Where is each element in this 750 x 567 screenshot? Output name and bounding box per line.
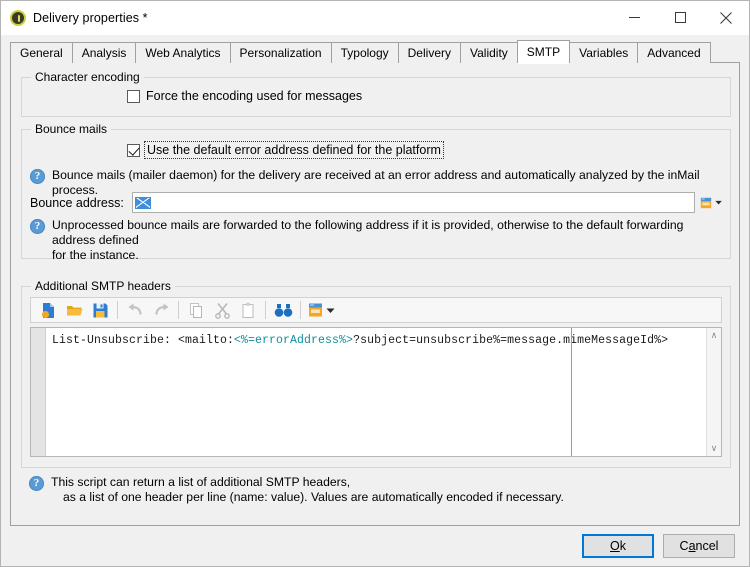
insert-field-button[interactable] bbox=[305, 298, 337, 322]
bounce-address-picker-button[interactable] bbox=[700, 193, 722, 212]
ok-button[interactable]: Ok bbox=[582, 534, 654, 558]
ok-accel: O bbox=[610, 539, 620, 553]
tab-personalization[interactable]: Personalization bbox=[229, 42, 332, 63]
tab-web-analytics[interactable]: Web Analytics bbox=[135, 42, 231, 63]
chevron-down-icon bbox=[715, 200, 722, 205]
save-button[interactable] bbox=[87, 298, 113, 322]
code-suffix: ?subject=unsubscribe%=message.mimeMessag… bbox=[353, 334, 669, 347]
scroll-up-icon[interactable]: ∧ bbox=[711, 331, 718, 340]
info-icon: ? bbox=[30, 169, 45, 184]
delivery-properties-window: Delivery properties * General Analysis W… bbox=[0, 0, 750, 567]
additional-smtp-headers-group: Additional SMTP headers List-Unsubscribe… bbox=[21, 279, 731, 468]
cancel-rest: ncel bbox=[695, 539, 719, 553]
copy-button bbox=[183, 298, 209, 322]
editor-vertical-scrollbar[interactable]: ∧ ∨ bbox=[706, 328, 721, 456]
window-controls bbox=[611, 1, 749, 34]
code-prefix: List-Unsubscribe: <mailto: bbox=[52, 334, 235, 347]
toolbar-separator bbox=[178, 301, 179, 319]
script-help-row: ? This script can return a list of addit… bbox=[29, 475, 719, 505]
default-error-address-label: Use the default error address defined fo… bbox=[144, 141, 444, 159]
code-token: <%=errorAddress%> bbox=[234, 334, 354, 347]
cut-icon bbox=[214, 302, 230, 319]
default-error-address-checkbox[interactable] bbox=[127, 143, 140, 157]
toolbar-separator bbox=[300, 301, 301, 319]
cut-button bbox=[209, 298, 235, 322]
open-icon bbox=[66, 305, 82, 315]
scroll-down-icon[interactable]: ∨ bbox=[711, 444, 718, 453]
undo-icon bbox=[128, 303, 142, 315]
script-help-line1: This script can return a list of additio… bbox=[51, 475, 351, 489]
tab-typology[interactable]: Typology bbox=[330, 42, 399, 63]
force-encoding-label: Force the encoding used for messages bbox=[146, 89, 363, 103]
bounce-address-input[interactable] bbox=[131, 192, 695, 213]
open-button[interactable] bbox=[61, 298, 87, 322]
force-encoding-checkbox[interactable] bbox=[127, 89, 140, 103]
window-title: Delivery properties * bbox=[33, 10, 148, 25]
tab-advanced[interactable]: Advanced bbox=[637, 42, 711, 63]
bounce-info-row-2: ? Unprocessed bounce mails are forwarded… bbox=[30, 218, 730, 263]
bounce-info-text-2-line1: Unprocessed bounce mails are forwarded t… bbox=[52, 218, 684, 247]
new-icon bbox=[41, 302, 54, 318]
maximize-button[interactable] bbox=[657, 1, 703, 34]
dialog-footer: Ok Cancel bbox=[1, 526, 749, 566]
redo-button bbox=[148, 298, 174, 322]
info-icon: ? bbox=[29, 476, 44, 491]
tab-bar: General Analysis Web Analytics Personali… bbox=[1, 40, 749, 64]
editor-code-area[interactable]: List-Unsubscribe: <mailto:<%=errorAddres… bbox=[46, 328, 706, 456]
paste-icon bbox=[242, 302, 253, 318]
bounce-info-text-2-line2: for the instance. bbox=[52, 248, 139, 262]
cancel-pre: C bbox=[679, 539, 689, 553]
editor-toolbar bbox=[30, 297, 722, 323]
insert-field-icon bbox=[308, 303, 322, 317]
form-picker-icon bbox=[700, 197, 712, 208]
editor-margin-line bbox=[571, 328, 572, 456]
cancel-button[interactable]: Cancel bbox=[663, 534, 735, 558]
tab-general[interactable]: General bbox=[10, 42, 73, 63]
cancel-accel: a bbox=[688, 539, 696, 553]
find-icon bbox=[274, 303, 292, 317]
find-button[interactable] bbox=[270, 298, 296, 322]
info-icon: ? bbox=[30, 219, 45, 234]
minimize-icon bbox=[628, 17, 640, 18]
minimize-button[interactable] bbox=[611, 1, 657, 34]
ok-rest: k bbox=[619, 539, 626, 553]
copy-icon bbox=[189, 302, 202, 318]
smtp-tab-panel: Character encoding Force the encoding us… bbox=[10, 63, 740, 526]
bounce-address-label: Bounce address: bbox=[30, 195, 124, 210]
default-error-address-checkbox-row[interactable]: Use the default error address defined fo… bbox=[127, 141, 444, 159]
bounce-address-row: Bounce address: bbox=[30, 192, 722, 213]
smtp-headers-editor[interactable]: List-Unsubscribe: <mailto:<%=errorAddres… bbox=[30, 327, 722, 457]
paste-button bbox=[235, 298, 261, 322]
toolbar-separator bbox=[117, 301, 118, 319]
chevron-down-icon bbox=[326, 308, 334, 313]
tab-analysis[interactable]: Analysis bbox=[71, 42, 137, 63]
editor-code-line: List-Unsubscribe: <mailto:<%=errorAddres… bbox=[46, 328, 706, 348]
toolbar-separator bbox=[265, 301, 266, 319]
envelope-icon bbox=[134, 196, 151, 209]
title-bar: Delivery properties * bbox=[1, 1, 749, 35]
close-button[interactable] bbox=[703, 1, 749, 34]
character-encoding-legend: Character encoding bbox=[31, 70, 144, 84]
undo-button bbox=[122, 298, 148, 322]
redo-icon bbox=[154, 303, 168, 315]
tab-validity[interactable]: Validity bbox=[459, 42, 518, 63]
character-encoding-group: Character encoding Force the encoding us… bbox=[21, 70, 731, 117]
app-icon bbox=[10, 9, 26, 26]
tab-variables[interactable]: Variables bbox=[569, 42, 639, 63]
additional-smtp-headers-legend: Additional SMTP headers bbox=[31, 279, 175, 293]
bounce-mails-group: Bounce mails Use the default error addre… bbox=[21, 122, 731, 262]
editor-gutter bbox=[31, 328, 46, 456]
save-icon bbox=[93, 303, 107, 317]
maximize-icon bbox=[674, 12, 686, 23]
close-icon bbox=[720, 11, 732, 24]
script-help-line2: as a list of one header per line (name: … bbox=[63, 490, 564, 504]
tab-delivery[interactable]: Delivery bbox=[397, 42, 461, 63]
bounce-mails-legend: Bounce mails bbox=[31, 122, 112, 136]
new-button[interactable] bbox=[35, 298, 61, 322]
tab-smtp[interactable]: SMTP bbox=[516, 40, 571, 64]
force-encoding-checkbox-row[interactable]: Force the encoding used for messages bbox=[127, 89, 362, 103]
